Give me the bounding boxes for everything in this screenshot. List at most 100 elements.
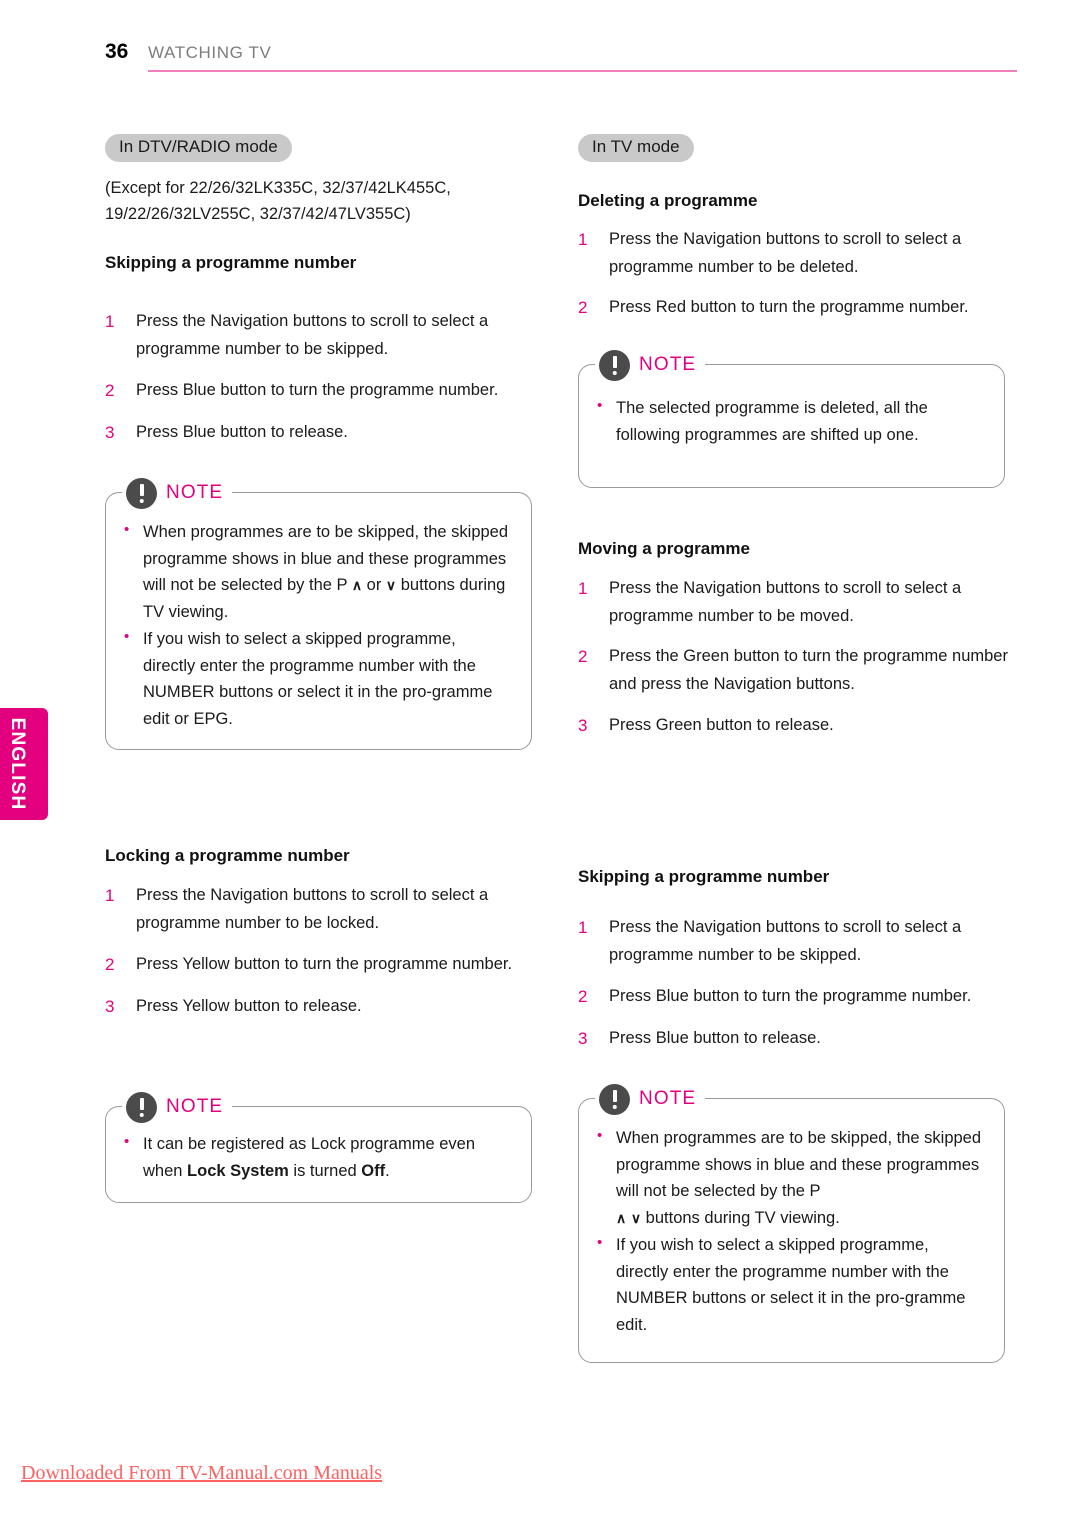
note-text-post: .	[385, 1161, 390, 1180]
list-item: 1 Press the Navigation buttons to scroll…	[105, 882, 537, 937]
step-text: Press Blue button to release.	[136, 423, 348, 442]
heading-locking-a-programme-number: Locking a programme number	[105, 846, 350, 865]
chevron-up-icon: ∧	[351, 577, 363, 594]
step-text: Press Blue button to turn the programme …	[609, 987, 972, 1006]
note-text-part-1: When programmes are to be skipped, the s…	[616, 1129, 982, 1201]
note-label: NOTE	[166, 482, 224, 503]
step-text: Press Blue button to turn the programme …	[136, 381, 499, 400]
model-exception-line-1: (Except for 22/26/32LK335C, 32/37/42LK45…	[105, 179, 451, 197]
note-header: NOTE	[122, 476, 233, 510]
note-text: If you wish to select a skipped programm…	[616, 1235, 966, 1335]
list-item: 3 Press Blue button to release.	[105, 419, 537, 447]
page-number: 36	[105, 40, 129, 63]
steps-locking: 1 Press the Navigation buttons to scroll…	[105, 882, 537, 1021]
step-number: 3	[578, 715, 588, 735]
note-text: The selected programme is deleted, all t…	[616, 399, 928, 444]
step-text: Press the Navigation buttons to scroll t…	[609, 579, 962, 625]
language-tab: ENGLISH	[0, 708, 48, 820]
note-label: NOTE	[639, 1088, 697, 1109]
list-item: 1 Press the Navigation buttons to scroll…	[105, 308, 537, 363]
step-number: 3	[578, 1029, 588, 1049]
heading-skipping-a-programme-number: Skipping a programme number	[105, 253, 357, 272]
list-item: The selected programme is deleted, all t…	[595, 394, 984, 448]
step-text: Press Red button to turn the programme n…	[609, 298, 969, 317]
note-text-part-2: or	[362, 576, 386, 595]
note-bullets: It can be registered as Lock programme e…	[122, 1130, 511, 1184]
dtv-radio-mode-badge: In DTV/RADIO mode	[105, 134, 292, 162]
steps-skipping-left: 1 Press the Navigation buttons to scroll…	[105, 308, 537, 447]
list-item: 2 Press Blue button to turn the programm…	[578, 983, 1010, 1011]
model-exception-line-2: 19/22/26/32LV255C, 32/37/42/47LV355C)	[105, 205, 411, 224]
list-item: 2 Press Yellow button to turn the progra…	[105, 951, 537, 979]
step-number: 2	[578, 647, 588, 667]
note-box-locking: NOTE It can be registered as Lock progra…	[105, 1090, 532, 1203]
note-bullets: The selected programme is deleted, all t…	[595, 394, 984, 448]
note-text-bold-lock-system: Lock System	[187, 1161, 289, 1180]
step-number: 2	[105, 381, 115, 401]
note-text-mid: is turned	[288, 1161, 362, 1180]
note-header: NOTE	[595, 348, 706, 382]
chevron-up-icon: ∧	[616, 1210, 627, 1227]
step-number: 1	[105, 886, 115, 905]
step-number: 1	[105, 312, 115, 331]
list-item: 3 Press Yellow button to release.	[105, 993, 537, 1021]
note-body: When programmes are to be skipped, the s…	[579, 1099, 1004, 1359]
note-text-part-3: buttons during TV viewing.	[641, 1209, 840, 1228]
list-item: 3 Press Green button to release.	[578, 712, 1010, 740]
note-bullets: When programmes are to be skipped, the s…	[122, 518, 511, 733]
list-item: 1 Press the Navigation buttons to scroll…	[578, 914, 1010, 969]
note-text: If you wish to select a skipped programm…	[143, 629, 493, 729]
step-number: 3	[105, 423, 115, 443]
note-box-deleting: NOTE The selected programme is deleted, …	[578, 348, 1005, 488]
note-label: NOTE	[166, 1096, 224, 1117]
note-header: NOTE	[595, 1082, 706, 1116]
list-item: If you wish to select a skipped programm…	[122, 625, 511, 733]
list-item: 1 Press the Navigation buttons to scroll…	[578, 226, 1010, 281]
step-text: Press Blue button to release.	[609, 1029, 821, 1048]
step-text: Press the Navigation buttons to scroll t…	[136, 312, 489, 358]
exclamation-icon	[126, 1091, 157, 1123]
step-text: Press the Navigation buttons to scroll t…	[136, 886, 489, 932]
heading-skipping-a-programme-number-right: Skipping a programme number	[578, 867, 830, 886]
step-number: 2	[105, 955, 115, 975]
steps-moving: 1 Press the Navigation buttons to scroll…	[578, 575, 1010, 740]
step-number: 1	[578, 579, 588, 598]
note-text-bold-off: Off	[361, 1161, 386, 1180]
note-box-skipping-left: NOTE When programmes are to be skipped, …	[105, 476, 532, 753]
model-exception-note: (Except for 22/26/32LK335C, 32/37/42LK45…	[105, 175, 505, 228]
note-label: NOTE	[639, 354, 697, 375]
exclamation-icon	[126, 477, 157, 509]
tv-mode-badge: In TV mode	[578, 134, 694, 162]
list-item: 2 Press Blue button to turn the programm…	[105, 377, 537, 405]
exclamation-icon	[599, 1083, 630, 1115]
heading-moving-a-programme: Moving a programme	[578, 539, 750, 558]
heading-deleting-a-programme: Deleting a programme	[578, 191, 758, 210]
list-item: It can be registered as Lock programme e…	[122, 1130, 511, 1184]
language-tab-label: ENGLISH	[7, 717, 28, 811]
footer-watermark: Downloaded From TV-Manual.com Manuals	[21, 1462, 383, 1484]
step-number: 2	[578, 298, 588, 318]
step-number: 3	[105, 997, 115, 1017]
note-box-skipping-right: NOTE When programmes are to be skipped, …	[578, 1082, 1005, 1363]
header-divider	[148, 70, 1017, 72]
step-number: 1	[578, 918, 588, 937]
step-number: 1	[578, 230, 588, 249]
list-item: 1 Press the Navigation buttons to scroll…	[578, 575, 1010, 630]
list-item: 2 Press the Green button to turn the pro…	[578, 643, 1010, 698]
exclamation-icon	[599, 349, 630, 381]
steps-deleting: 1 Press the Navigation buttons to scroll…	[578, 226, 1010, 322]
page-title: WATCHING TV	[148, 43, 272, 62]
mode-pill-label: In TV mode	[578, 134, 694, 162]
note-header: NOTE	[122, 1090, 233, 1124]
steps-skipping-right: 1 Press the Navigation buttons to scroll…	[578, 914, 1010, 1053]
note-bullets: When programmes are to be skipped, the s…	[595, 1124, 984, 1339]
step-text: Press Yellow button to release.	[136, 997, 362, 1016]
list-item: If you wish to select a skipped programm…	[595, 1231, 984, 1339]
step-text: Press Yellow button to turn the programm…	[136, 955, 513, 974]
list-item: When programmes are to be skipped, the s…	[595, 1124, 984, 1232]
list-item: When programmes are to be skipped, the s…	[122, 518, 511, 626]
step-text: Press Green button to release.	[609, 715, 834, 734]
step-text: Press the Green button to turn the progr…	[609, 647, 1008, 694]
step-number: 2	[578, 987, 588, 1007]
note-body: When programmes are to be skipped, the s…	[106, 493, 531, 753]
